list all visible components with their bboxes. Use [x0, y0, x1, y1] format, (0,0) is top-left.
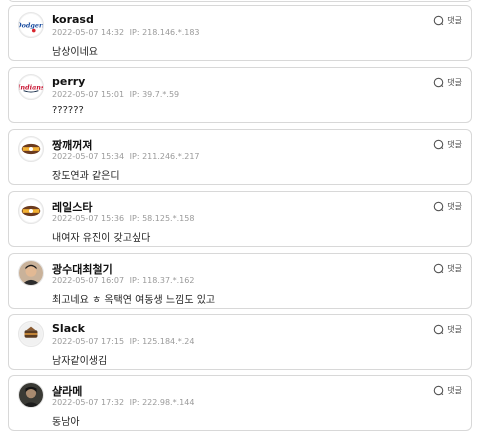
emblem-icon[interactable] [18, 321, 44, 347]
speech-bubble-icon [433, 385, 444, 395]
comment-author[interactable]: Slack [52, 322, 85, 335]
comment-feed: Dodgers korasd 2022-05-07 14:32 IP: 218.… [0, 0, 480, 431]
comment-text: 내여자 유진이 갖고싶다 [52, 233, 151, 244]
reply-label: 댓글 [447, 139, 462, 149]
comment-meta: 2022-05-07 17:15 IP: 125.184.*.24 [52, 337, 194, 346]
speech-bubble-icon [433, 15, 444, 25]
speech-bubble-icon [433, 263, 444, 273]
svg-text:Indians: Indians [19, 83, 43, 91]
person-photo-dark[interactable] [18, 382, 44, 408]
comment-text: ?????? [52, 105, 84, 116]
speech-bubble-icon [433, 77, 444, 87]
dodgers-logo-icon[interactable]: Dodgers [18, 12, 44, 38]
comment-text: 동남아 [52, 417, 80, 428]
reply-label: 댓글 [447, 263, 462, 273]
comment-meta: 2022-05-07 15:34 IP: 211.246.*.217 [52, 152, 200, 161]
comment-ip: IP: 58.125.*.158 [129, 214, 195, 223]
previous-comment-card [8, 0, 472, 2]
comment-ip: IP: 218.146.*.183 [129, 28, 200, 37]
comment-ip: IP: 211.246.*.217 [129, 152, 200, 161]
comment-card: 레일스타 2022-05-07 15:36 IP: 58.125.*.158 내… [8, 191, 472, 247]
team-logo-icon[interactable]: Indians [18, 74, 44, 100]
comment-card: 샬라메 2022-05-07 17:32 IP: 222.98.*.144 동남… [8, 375, 472, 431]
reply-label: 댓글 [447, 15, 462, 25]
comment-author[interactable]: 광수대최철기 [52, 261, 113, 277]
reply-label: 댓글 [447, 201, 462, 211]
comment-card: Slack 2022-05-07 17:15 IP: 125.184.*.24 … [8, 314, 472, 370]
comment-datetime: 2022-05-07 15:01 [52, 90, 125, 99]
comment-ip: IP: 39.7.*.59 [129, 90, 180, 99]
speech-bubble-icon [433, 324, 444, 334]
comment-meta: 2022-05-07 16:07 IP: 118.37.*.162 [52, 276, 194, 285]
comment-meta: 2022-05-07 14:32 IP: 218.146.*.183 [52, 28, 200, 37]
comment-ip: IP: 222.98.*.144 [129, 398, 195, 407]
comment-text: 남상이네요 [52, 47, 98, 58]
comment-datetime: 2022-05-07 16:07 [52, 276, 125, 285]
comment-datetime: 2022-05-07 17:32 [52, 398, 125, 407]
comment-datetime: 2022-05-07 17:15 [52, 337, 125, 346]
comment-datetime: 2022-05-07 15:34 [52, 152, 125, 161]
reply-button[interactable]: 댓글 [433, 13, 462, 27]
baseball-emblem-icon[interactable] [18, 136, 44, 162]
comment-meta: 2022-05-07 17:32 IP: 222.98.*.144 [52, 398, 194, 407]
svg-text:Dodgers: Dodgers [19, 21, 43, 29]
comment-datetime: 2022-05-07 15:36 [52, 214, 125, 223]
comment-ip: IP: 125.184.*.24 [129, 337, 195, 346]
reply-label: 댓글 [447, 77, 462, 87]
comment-datetime: 2022-05-07 14:32 [52, 28, 125, 37]
comment-author[interactable]: perry [52, 75, 85, 88]
comment-text: 최고네요 ㅎ 옥택연 여동생 느낌도 있고 [52, 295, 216, 306]
comment-text: 남자같이생김 [52, 356, 108, 367]
comment-card: Dodgers korasd 2022-05-07 14:32 IP: 218.… [8, 5, 472, 61]
baseball-emblem-icon[interactable] [18, 198, 44, 224]
reply-label: 댓글 [447, 324, 462, 334]
reply-label: 댓글 [447, 385, 462, 395]
person-photo[interactable] [18, 260, 44, 286]
reply-button[interactable]: 댓글 [433, 322, 462, 336]
comment-card: Indians perry 2022-05-07 15:01 IP: 39.7.… [8, 67, 472, 123]
comment-card: 짱깨꺼져 2022-05-07 15:34 IP: 211.246.*.217 … [8, 129, 472, 185]
comment-meta: 2022-05-07 15:36 IP: 58.125.*.158 [52, 214, 194, 223]
reply-button[interactable]: 댓글 [433, 199, 462, 213]
comment-author[interactable]: 짱깨꺼져 [52, 137, 92, 153]
comment-author[interactable]: 샬라메 [52, 383, 82, 399]
speech-bubble-icon [433, 201, 444, 211]
speech-bubble-icon [433, 139, 444, 149]
comment-meta: 2022-05-07 15:01 IP: 39.7.*.59 [52, 90, 179, 99]
comment-card: 광수대최철기 2022-05-07 16:07 IP: 118.37.*.162… [8, 253, 472, 309]
reply-button[interactable]: 댓글 [433, 261, 462, 275]
comment-author[interactable]: 레일스타 [52, 199, 92, 215]
reply-button[interactable]: 댓글 [433, 137, 462, 151]
comment-author[interactable]: korasd [52, 13, 94, 26]
reply-button[interactable]: 댓글 [433, 75, 462, 89]
comment-text: 장도연과 같은디 [52, 171, 120, 182]
comment-ip: IP: 118.37.*.162 [129, 276, 195, 285]
reply-button[interactable]: 댓글 [433, 383, 462, 397]
